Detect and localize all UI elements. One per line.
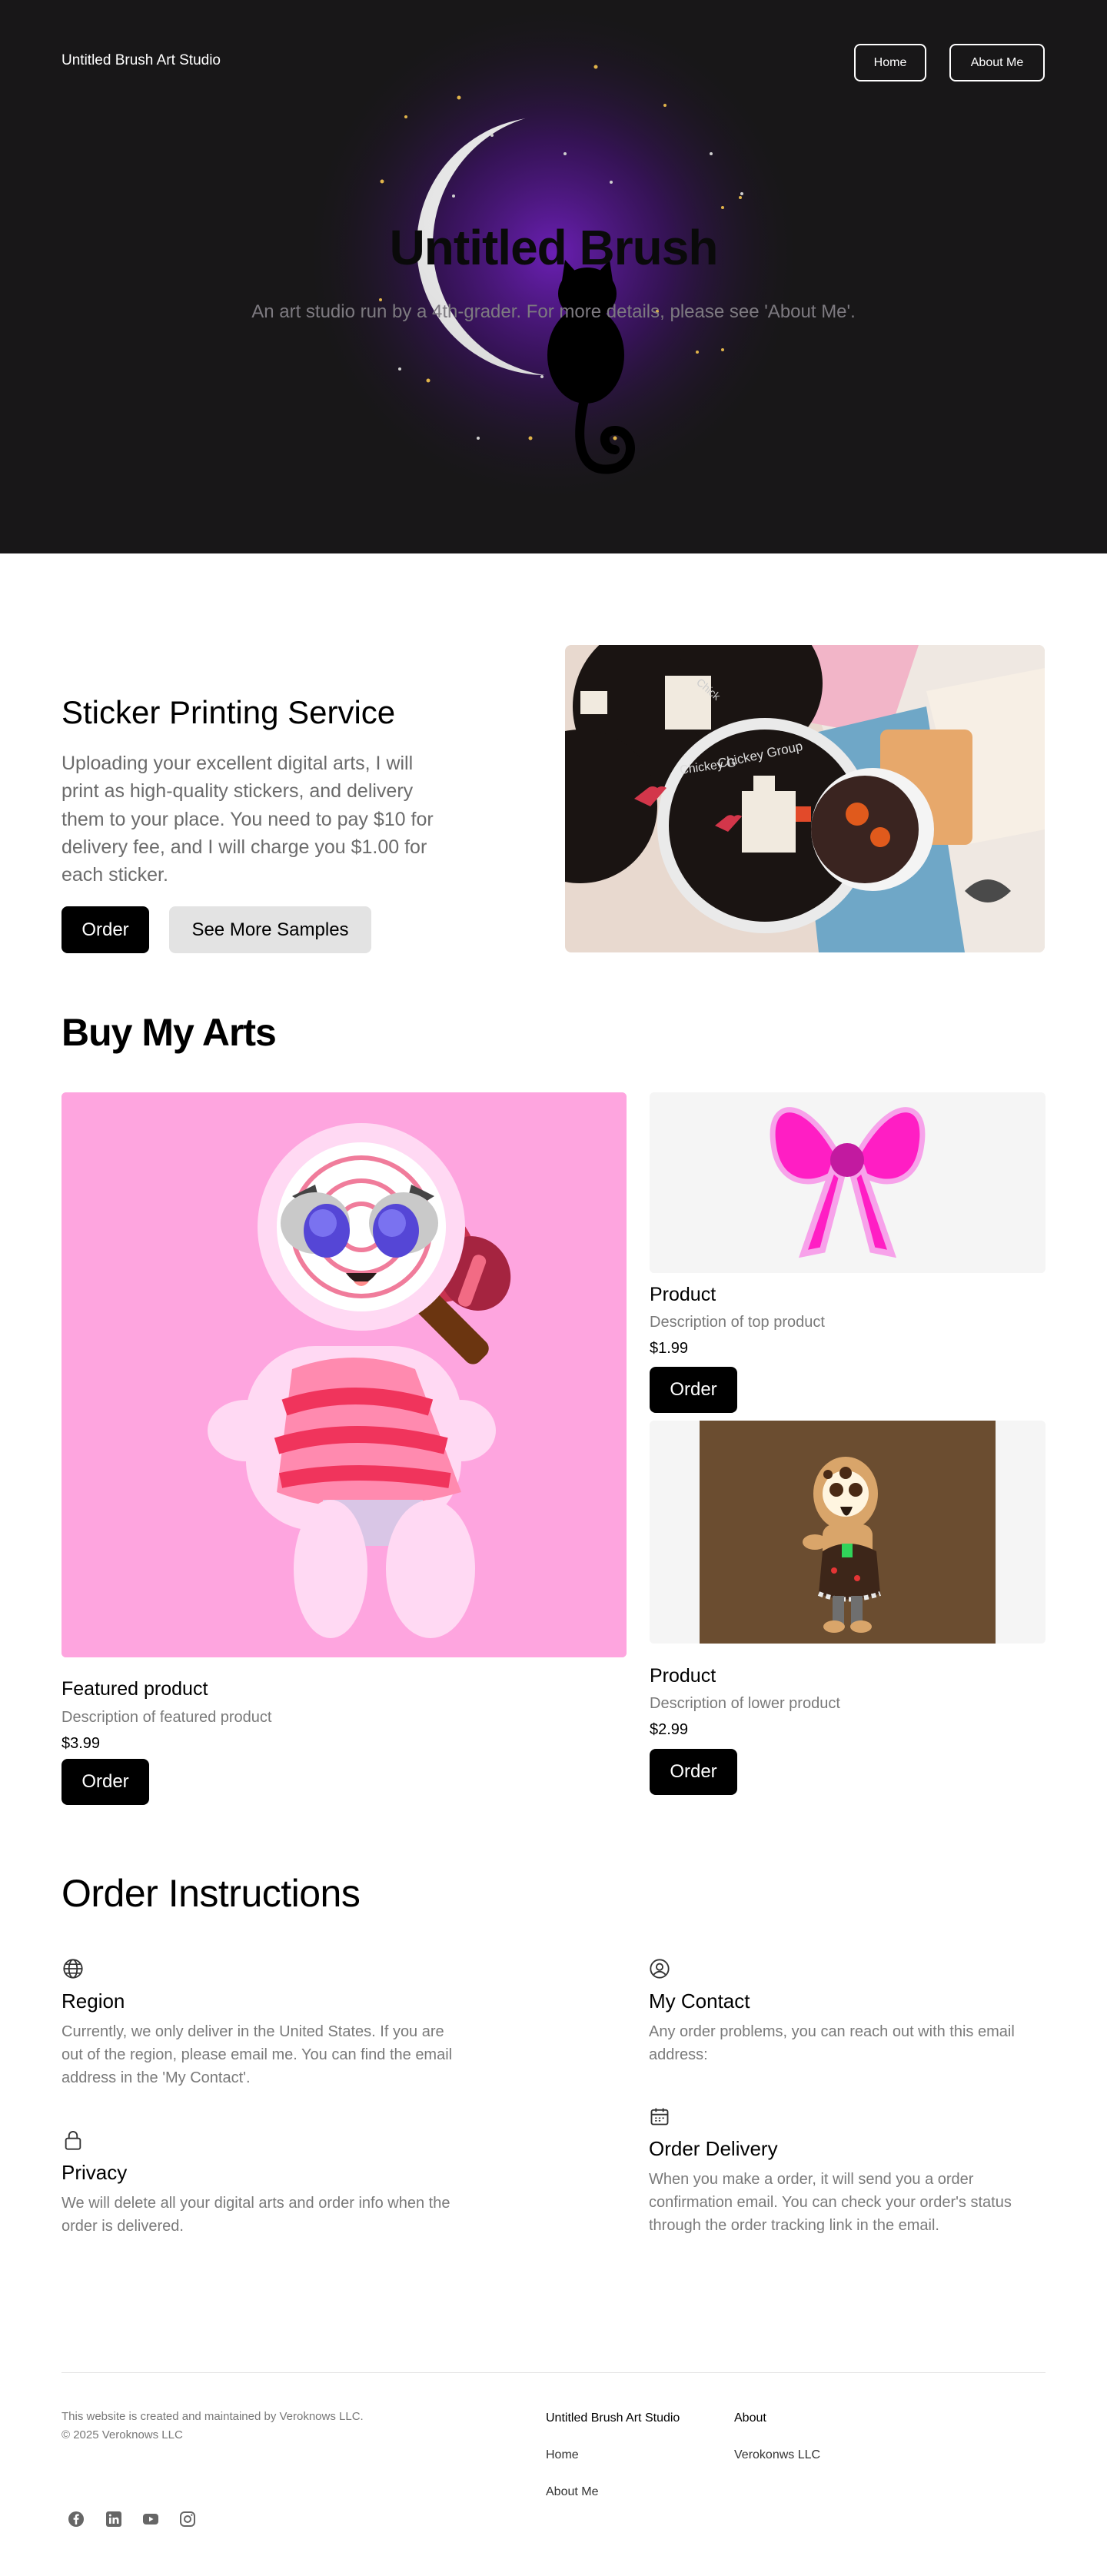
lower-product-order-button[interactable]: Order <box>650 1749 737 1795</box>
top-product-price: $1.99 <box>650 1340 689 1357</box>
hero-moon-cat-illustration <box>300 0 807 507</box>
featured-order-button[interactable]: Order <box>62 1759 149 1805</box>
contact-heading: My Contact <box>649 1989 750 2013</box>
youtube-icon[interactable] <box>141 2510 160 2528</box>
footer-link-veroknows[interactable]: Verokonws LLC <box>734 2448 820 2462</box>
hero-section: Untitled Brush Art Studio Home About Me … <box>0 0 1107 553</box>
hero-title: Untitled Brush <box>389 220 719 275</box>
privacy-text: We will delete all your digital arts and… <box>62 2195 450 2235</box>
lower-product-image[interactable] <box>650 1421 1046 1644</box>
sticker-order-button[interactable]: Order <box>62 906 149 953</box>
top-product-name: Product <box>650 1284 716 1305</box>
delivery-heading: Order Delivery <box>649 2137 778 2160</box>
privacy-heading: Privacy <box>62 2161 128 2184</box>
lower-product-description: Description of lower product <box>650 1695 840 1712</box>
featured-character-illustration <box>62 1092 627 1657</box>
order-instructions-title: Order Instructions <box>62 1872 361 1915</box>
top-product-description: Description of top product <box>650 1314 825 1331</box>
top-product-image[interactable] <box>650 1092 1046 1273</box>
footer-copyright: © 2025 Veroknows LLC <box>62 2428 183 2441</box>
footer-link-home[interactable]: Home <box>546 2448 579 2462</box>
calendar-icon <box>650 2108 669 2126</box>
globe-icon <box>63 1959 83 1979</box>
see-more-samples-button[interactable]: See More Samples <box>169 906 371 953</box>
footer-credit: This website is created and maintained b… <box>62 2410 364 2423</box>
featured-product-name: Featured product <box>62 1678 208 1700</box>
footer-col1-heading: Untitled Brush Art Studio <box>546 2411 680 2425</box>
page: Untitled Brush Art Studio Home About Me … <box>0 0 1107 2576</box>
featured-product-price: $3.99 <box>62 1735 101 1752</box>
hero-subtitle: An art studio run by a 4th-grader. For m… <box>251 301 856 322</box>
lock-icon <box>65 2131 81 2150</box>
region-heading: Region <box>62 1989 125 2013</box>
linkedin-icon[interactable] <box>105 2510 123 2528</box>
region-text: Currently, we only deliver in the United… <box>62 2023 453 2086</box>
nav-home-button[interactable]: Home <box>854 44 926 81</box>
instagram-icon[interactable] <box>178 2510 197 2528</box>
contact-text: Any order problems, you can reach out wi… <box>649 2023 1015 2063</box>
sticker-service-description: Uploading your excellent digital arts, I… <box>62 753 434 886</box>
pink-bow-illustration <box>650 1092 1046 1273</box>
gingerbread-doll-illustration <box>650 1421 1046 1644</box>
footer-col2-heading: About <box>734 2411 766 2425</box>
top-product-order-button[interactable]: Order <box>650 1367 737 1413</box>
facebook-icon[interactable] <box>67 2510 85 2528</box>
footer-divider <box>62 2372 1046 2373</box>
buy-arts-title: Buy My Arts <box>62 1011 277 1054</box>
sticker-service-title: Sticker Printing Service <box>62 694 396 730</box>
sticker-photo-illustration: Chickey G Chickey Group Chick <box>565 645 1045 952</box>
footer-link-about-me[interactable]: About Me <box>546 2485 598 2499</box>
featured-product-image[interactable] <box>62 1092 627 1657</box>
featured-product-description: Description of featured product <box>62 1709 272 1726</box>
brand-name[interactable]: Untitled Brush Art Studio <box>62 52 221 69</box>
nav-about-button[interactable]: About Me <box>949 44 1045 81</box>
lower-product-price: $2.99 <box>650 1721 689 1738</box>
sticker-samples-photo: Chickey G Chickey Group Chick <box>565 645 1045 952</box>
delivery-text: When you make a order, it will send you … <box>649 2171 1012 2234</box>
user-circle-icon <box>650 1959 670 1979</box>
lower-product-name: Product <box>650 1665 716 1687</box>
